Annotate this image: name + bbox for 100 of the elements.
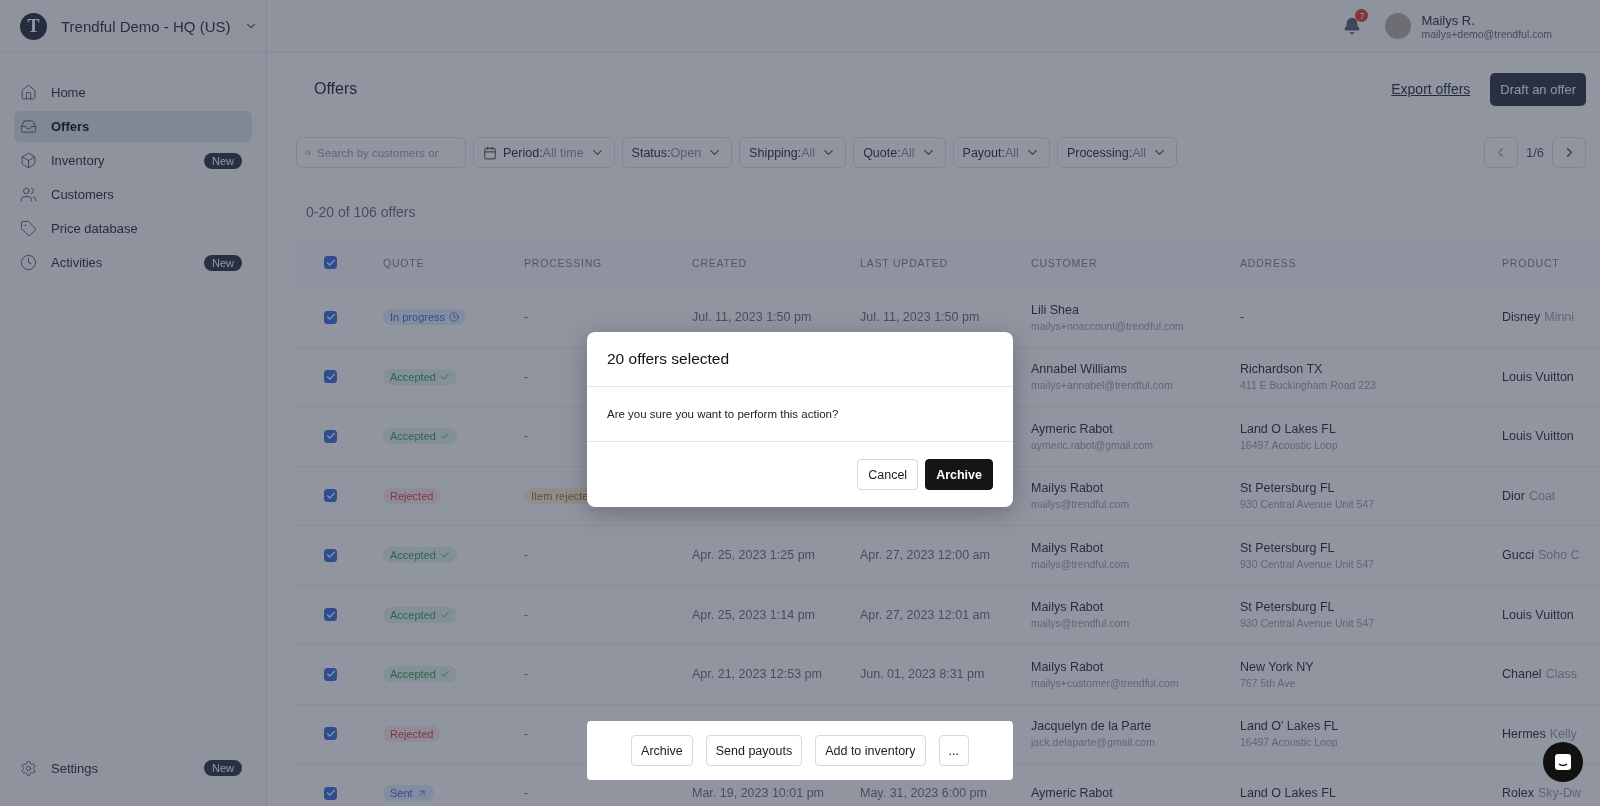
bulk-action-button[interactable]: Send payouts <box>705 735 803 766</box>
product-brand: Hermes <box>1502 726 1546 741</box>
checkbox[interactable] <box>324 256 337 269</box>
quote-status-badge: Accepted <box>383 368 457 385</box>
checkbox[interactable] <box>324 727 337 741</box>
new-badge: New <box>204 152 242 169</box>
filter-dropdown[interactable]: Processing:All <box>1056 137 1178 168</box>
checkbox[interactable] <box>324 548 337 562</box>
filter-dropdown[interactable]: Shipping:All <box>739 137 847 168</box>
column-header: QUOTE <box>383 256 426 269</box>
address-city: St Petersburg FL <box>1240 481 1335 496</box>
product-brand: Rolex <box>1502 786 1534 801</box>
product-brand: Dior <box>1502 488 1525 503</box>
customer-name: Jacquelyn de la Parte <box>1031 719 1152 734</box>
address-city: St Petersburg FL <box>1240 600 1335 615</box>
quote-status-badge: Rejected <box>383 725 441 742</box>
product-brand: Chanel <box>1502 667 1542 682</box>
column-header: PROCESSING <box>524 256 603 269</box>
checkbox[interactable] <box>324 429 337 443</box>
sidebar-item[interactable]: Offers <box>14 111 252 142</box>
table-cell-text: - <box>524 369 530 384</box>
sidebar-item[interactable]: Settings New <box>14 752 252 784</box>
tag-icon <box>20 220 37 237</box>
export-link[interactable]: Export offers <box>1391 81 1471 97</box>
chat-icon <box>1554 753 1572 771</box>
filter-dropdown[interactable]: Quote:All <box>853 137 946 168</box>
customer-name: Mailys Rabot <box>1031 540 1104 555</box>
customer-name: Annabel Williams <box>1031 362 1127 377</box>
new-badge: New <box>204 760 242 776</box>
sidebar-item[interactable]: Inventory New <box>14 145 252 176</box>
table-cell-text: - <box>524 726 530 741</box>
next-page-button[interactable] <box>1552 137 1586 168</box>
settings-icon <box>20 759 37 777</box>
checkbox[interactable] <box>324 786 337 800</box>
customer-name: Mailys Rabot <box>1031 600 1104 615</box>
table-cell-text: Mar. 19, 2023 10:01 pm <box>692 786 826 801</box>
page-indicator: 1/6 <box>1525 145 1544 160</box>
table-cell-text: May. 31, 2023 6:00 pm <box>860 786 988 801</box>
sidebar-item[interactable]: Customers <box>14 179 252 210</box>
address-city: New York NY <box>1240 659 1314 674</box>
quote-status-badge: Accepted <box>383 606 457 623</box>
confirm-button[interactable]: Archive <box>925 459 993 490</box>
draft-offer-button[interactable]: Draft an offer <box>1490 72 1586 106</box>
address-city: - <box>1240 310 1245 325</box>
results-count: 0-20 of 106 offers <box>306 204 417 220</box>
checkbox[interactable] <box>324 310 337 324</box>
page-title: Offers <box>314 80 358 98</box>
customer-name: Aymeric Rabot <box>1031 421 1113 436</box>
address-city: Land O Lakes FL <box>1240 786 1336 801</box>
checkbox[interactable] <box>324 489 337 503</box>
product-brand: Disney <box>1502 310 1541 325</box>
customer-name: Lili Shea <box>1031 302 1079 317</box>
column-header: ADDRESS <box>1240 256 1298 269</box>
customer-name: Mailys Rabot <box>1031 659 1104 674</box>
checkbox[interactable] <box>324 608 337 622</box>
table-cell-text: Jun. 01, 2023 8:31 pm <box>860 667 986 682</box>
filter-dropdown[interactable]: Status:Open <box>621 137 733 168</box>
bulk-action-button[interactable]: Add to inventory <box>815 735 926 766</box>
table-cell-text: - <box>524 667 530 682</box>
quote-status-badge: Sent <box>383 785 434 802</box>
user-name: Mailys R. <box>1421 12 1476 28</box>
filter-dropdown[interactable]: Period:All time <box>473 137 615 168</box>
column-header: CUSTOMER <box>1031 256 1099 269</box>
table-cell-text: - <box>524 786 530 801</box>
table-cell-text: Apr. 27, 2023 12:01 am <box>860 607 991 622</box>
table-cell-text: Apr. 25, 2023 1:25 pm <box>692 548 816 563</box>
notification-count: 7 <box>1355 9 1369 22</box>
sidebar-item[interactable]: Home <box>14 77 252 108</box>
notifications-icon[interactable] <box>1343 17 1362 35</box>
sidebar-item[interactable]: Price database <box>14 213 252 244</box>
table-cell-text: - <box>524 429 530 444</box>
sidebar-item[interactable]: Activities New <box>14 247 252 278</box>
table-cell-text: - <box>524 548 530 563</box>
dialog-title: 20 offers selected <box>587 332 1013 387</box>
calendar-icon <box>483 145 497 160</box>
user-avatar[interactable] <box>1385 13 1412 39</box>
quote-status-badge: Accepted <box>383 547 457 564</box>
quote-status-badge: In progress <box>383 309 467 326</box>
checkbox[interactable] <box>324 667 337 681</box>
address-city: St Petersburg FL <box>1240 540 1335 555</box>
quote-status-badge: Accepted <box>383 666 457 683</box>
workspace-selector[interactable]: Trendful Demo - HQ (US) <box>61 17 231 35</box>
filter-dropdown[interactable]: Payout:All <box>952 137 1050 168</box>
address-city: Richardson TX <box>1240 362 1323 377</box>
product-brand: Gucci <box>1502 548 1534 563</box>
column-header: CREATED <box>692 256 748 269</box>
checkbox[interactable] <box>324 370 337 384</box>
address-city: Land O Lakes FL <box>1240 421 1336 436</box>
table-cell-text: Jul. 11, 2023 1:50 pm <box>860 310 981 325</box>
box-icon <box>20 152 37 169</box>
bulk-action-button[interactable]: ... <box>938 735 969 766</box>
column-header: LAST UPDATED <box>860 256 949 269</box>
table-cell-text: - <box>524 310 530 325</box>
cancel-button[interactable]: Cancel <box>857 459 919 490</box>
table-cell-text: Apr. 25, 2023 1:14 pm <box>692 607 816 622</box>
company-logo: T <box>20 12 47 40</box>
table-cell-text: Apr. 27, 2023 12:00 am <box>860 548 991 563</box>
bulk-action-button[interactable]: Archive <box>631 735 693 766</box>
product-brand: Louis Vuitton <box>1502 607 1574 622</box>
table-cell-text: - <box>524 607 530 622</box>
